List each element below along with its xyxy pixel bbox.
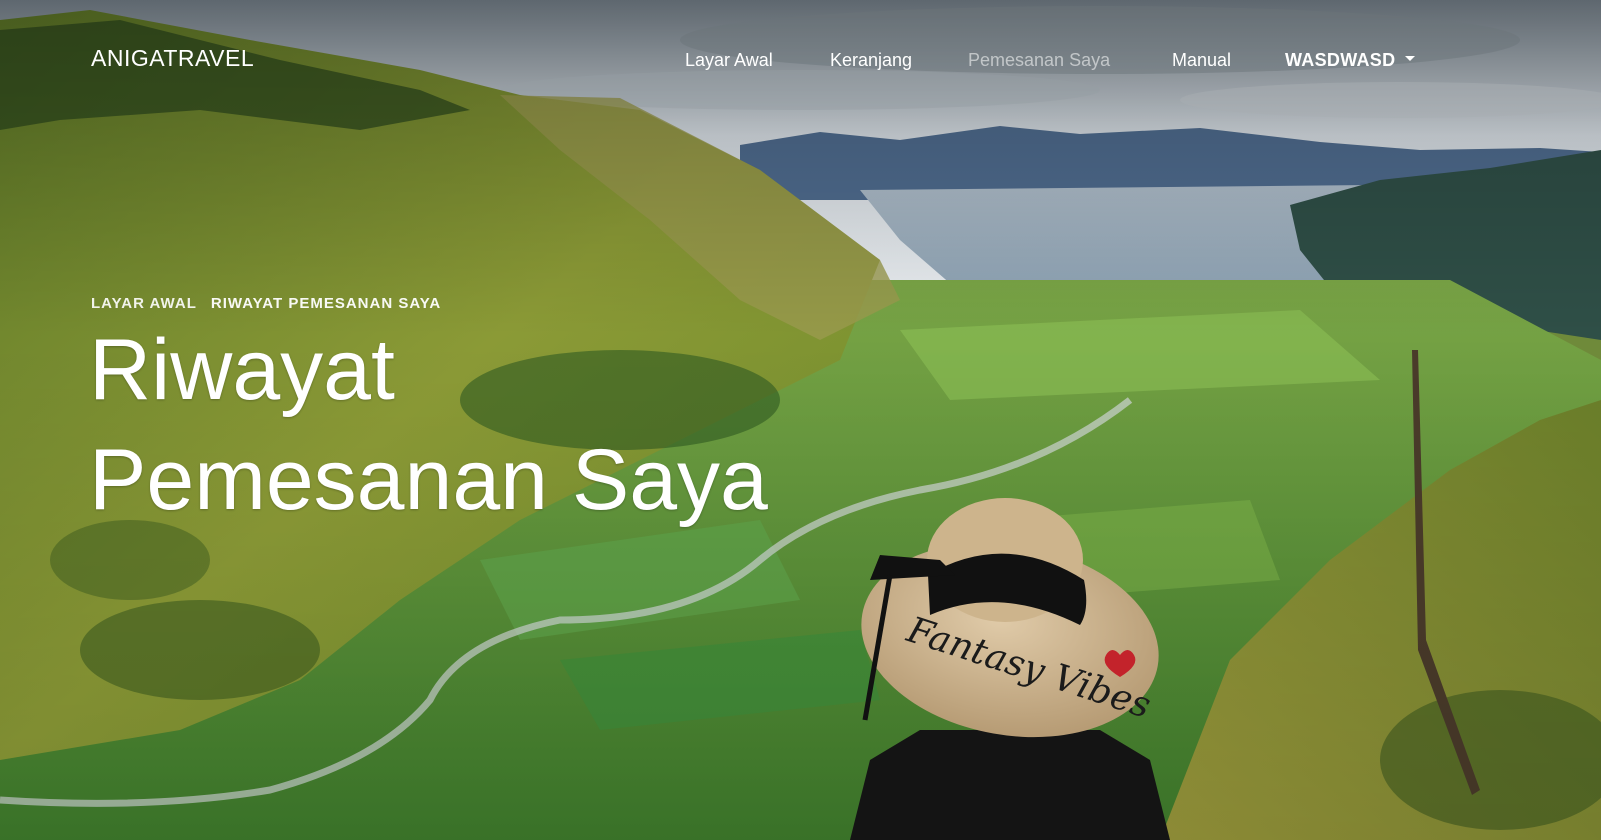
nav-link-manual[interactable]: Manual	[1172, 50, 1231, 71]
breadcrumb-home-link[interactable]: LAYAR AWAL	[91, 295, 197, 312]
breadcrumb: LAYAR AWAL RIWAYAT PEMESANAN SAYA	[91, 295, 441, 312]
page-title: Riwayat Pemesanan Saya	[89, 315, 849, 535]
nav-link-pemesanan-saya[interactable]: Pemesanan Saya	[968, 50, 1110, 71]
user-menu-dropdown[interactable]: WASDWASD	[1285, 50, 1416, 71]
user-menu-label: WASDWASD	[1285, 50, 1396, 70]
nav-links: Layar Awal Keranjang Pemesanan Saya Manu…	[0, 50, 1601, 76]
page-title-line1: Riwayat	[89, 322, 395, 418]
top-navbar: ANIGATRAVEL Layar Awal Keranjang Pemesan…	[0, 0, 1601, 122]
page-title-line2: Pemesanan Saya	[89, 432, 768, 528]
breadcrumb-current: RIWAYAT PEMESANAN SAYA	[210, 295, 442, 312]
caret-down-icon	[1405, 55, 1416, 61]
nav-link-layar-awal[interactable]: Layar Awal	[685, 50, 773, 71]
nav-link-keranjang[interactable]: Keranjang	[830, 50, 912, 71]
